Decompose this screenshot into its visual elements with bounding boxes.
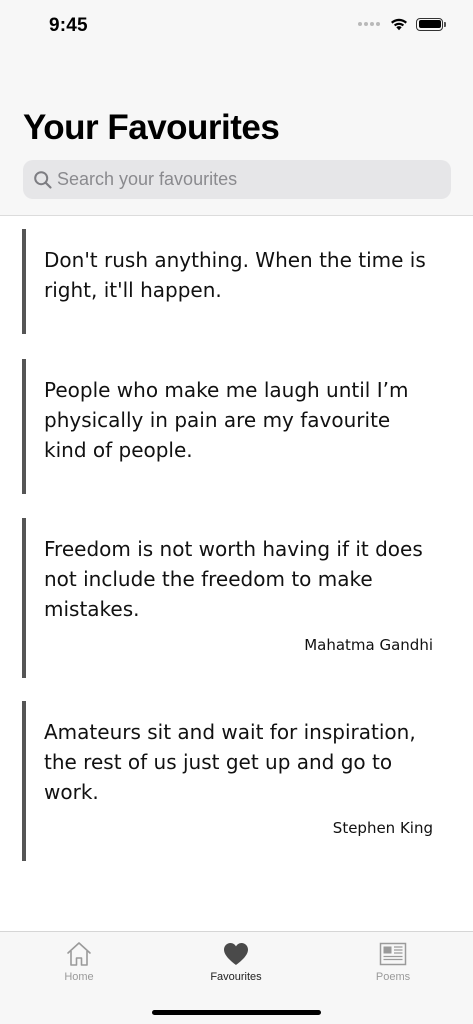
- page-title: Your Favourites: [23, 108, 280, 147]
- house-icon: [67, 942, 91, 966]
- quote-text: Amateurs sit and wait for inspiration, t…: [44, 720, 416, 804]
- quote-card[interactable]: Don't rush anything. When the time is ri…: [22, 229, 442, 334]
- quote-text: Freedom is not worth having if it does n…: [44, 537, 423, 621]
- search-bar[interactable]: [23, 160, 451, 199]
- wifi-icon: [391, 18, 407, 31]
- quote-card[interactable]: Freedom is not worth having if it does n…: [22, 518, 442, 678]
- tab-home-label: Home: [64, 971, 94, 983]
- quote-card[interactable]: Amateurs sit and wait for inspiration, t…: [22, 701, 442, 861]
- signal-dots-icon: [358, 22, 380, 26]
- tab-bar: Home Favourites Poems: [0, 931, 473, 1024]
- status-icons: [358, 17, 446, 31]
- battery-icon: [416, 17, 446, 31]
- home-indicator[interactable]: [152, 1010, 321, 1015]
- quote-card[interactable]: People who make me laugh until I’m physi…: [22, 359, 442, 494]
- status-time: 9:45: [49, 15, 88, 36]
- favourites-list[interactable]: Don't rush anything. When the time is ri…: [0, 217, 473, 931]
- navigation-header: 9:45 Your Favourites: [0, 0, 473, 216]
- tab-favourites-label: Favourites: [210, 971, 262, 983]
- status-bar: 9:45: [0, 0, 473, 54]
- search-input[interactable]: [57, 161, 437, 198]
- quote-author: Stephen King: [332, 819, 433, 837]
- heart-icon: [224, 943, 248, 965]
- search-icon: [34, 170, 52, 189]
- tab-poems[interactable]: Poems: [338, 939, 448, 983]
- tab-favourites[interactable]: Favourites: [181, 939, 291, 983]
- quote-author: Mahatma Gandhi: [304, 636, 433, 654]
- newspaper-icon: [379, 942, 407, 966]
- tab-home[interactable]: Home: [24, 939, 134, 983]
- tab-poems-label: Poems: [375, 971, 411, 983]
- quote-text: People who make me laugh until I’m physi…: [44, 378, 409, 462]
- quote-text: Don't rush anything. When the time is ri…: [44, 248, 426, 302]
